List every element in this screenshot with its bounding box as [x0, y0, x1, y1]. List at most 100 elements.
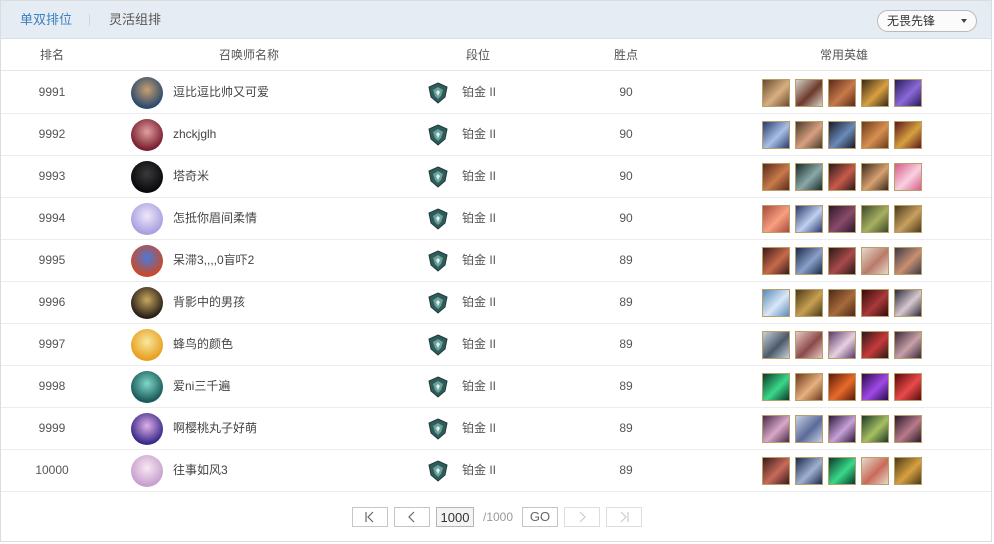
hero-portrait-icon[interactable]: [795, 205, 823, 233]
hero-portrait-icon[interactable]: [828, 331, 856, 359]
first-page-button[interactable]: [352, 507, 388, 527]
tier-emblem-icon: [428, 460, 448, 482]
rank-cell: 9998: [38, 379, 66, 393]
hero-portrait-icon[interactable]: [861, 415, 889, 443]
avatar[interactable]: [131, 287, 163, 319]
avatar[interactable]: [131, 77, 163, 109]
table-row[interactable]: 9991 逗比逗比帅又可爱 铂金 II 90: [1, 72, 991, 114]
leaderboard-panel: 单双排位 灵活组排 无畏先锋 排名 召唤师名称 段位 胜点 常用英雄 9991 逗…: [0, 0, 992, 542]
table-row[interactable]: 9993 塔奇米 铂金 II 90: [1, 156, 991, 198]
hero-portrait-icon[interactable]: [828, 415, 856, 443]
hero-portrait-icon[interactable]: [894, 457, 922, 485]
summoner-name[interactable]: 背影中的男孩: [173, 282, 413, 323]
hero-portrait-icon[interactable]: [861, 289, 889, 317]
summoner-name[interactable]: 蜂鸟的颜色: [173, 324, 413, 365]
lp-cell: 89: [619, 379, 633, 393]
table-row[interactable]: 9999 啊樱桃丸子好萌 铂金 II 89: [1, 408, 991, 450]
hero-portrait-icon[interactable]: [828, 121, 856, 149]
summoner-name[interactable]: 往事如风3: [173, 450, 413, 491]
hero-portrait-icon[interactable]: [795, 247, 823, 275]
hero-portrait-icon[interactable]: [795, 289, 823, 317]
summoner-name[interactable]: 逗比逗比帅又可爱: [173, 72, 413, 113]
hero-portrait-icon[interactable]: [861, 373, 889, 401]
hero-portrait-icon[interactable]: [894, 79, 922, 107]
hero-portrait-icon[interactable]: [762, 247, 790, 275]
hero-portrait-icon[interactable]: [762, 331, 790, 359]
hero-portrait-icon[interactable]: [762, 457, 790, 485]
hero-portrait-icon[interactable]: [762, 121, 790, 149]
summoner-name[interactable]: 爱ni三千遍: [173, 366, 413, 407]
server-select-value: 无畏先锋: [887, 14, 936, 28]
avatar[interactable]: [131, 161, 163, 193]
avatar[interactable]: [131, 455, 163, 487]
next-page-button[interactable]: [564, 507, 600, 527]
tab-solo-duo[interactable]: 单双排位: [20, 1, 72, 39]
summoner-name[interactable]: 呆滞3,,,,0盲吓2: [173, 240, 413, 281]
hero-portrait-icon[interactable]: [861, 79, 889, 107]
hero-portrait-icon[interactable]: [795, 457, 823, 485]
table-row[interactable]: 9996 背影中的男孩 铂金 II 89: [1, 282, 991, 324]
hero-portrait-icon[interactable]: [828, 163, 856, 191]
hero-portrait-icon[interactable]: [861, 331, 889, 359]
hero-portrait-icon[interactable]: [894, 205, 922, 233]
first-page-icon: [365, 511, 374, 523]
hero-portrait-icon[interactable]: [894, 331, 922, 359]
hero-portrait-icon[interactable]: [795, 163, 823, 191]
avatar[interactable]: [131, 413, 163, 445]
table-row[interactable]: 9998 爱ni三千遍 铂金 II 89: [1, 366, 991, 408]
hero-portrait-icon[interactable]: [894, 163, 922, 191]
avatar[interactable]: [131, 371, 163, 403]
table-row[interactable]: 9992 zhckjglh 铂金 II 90: [1, 114, 991, 156]
last-page-button[interactable]: [606, 507, 642, 527]
hero-portrait-icon[interactable]: [762, 163, 790, 191]
hero-portrait-icon[interactable]: [795, 121, 823, 149]
hero-portrait-icon[interactable]: [795, 415, 823, 443]
hero-portrait-icon[interactable]: [828, 373, 856, 401]
avatar[interactable]: [131, 203, 163, 235]
avatar[interactable]: [131, 245, 163, 277]
hero-portrait-icon[interactable]: [828, 289, 856, 317]
summoner-name[interactable]: zhckjglh: [173, 114, 413, 155]
hero-portrait-icon[interactable]: [894, 289, 922, 317]
hero-portrait-icon[interactable]: [861, 121, 889, 149]
hero-portrait-icon[interactable]: [828, 79, 856, 107]
tab-flex[interactable]: 灵活组排: [109, 1, 161, 39]
table-row[interactable]: 9994 怎抵你眉间柔情 铂金 II 90: [1, 198, 991, 240]
lp-cell: 89: [619, 295, 633, 309]
avatar[interactable]: [131, 119, 163, 151]
table-row[interactable]: 10000 往事如风3 铂金 II 89: [1, 450, 991, 492]
hero-portrait-icon[interactable]: [795, 331, 823, 359]
page-number-input[interactable]: [436, 507, 474, 527]
hero-portrait-icon[interactable]: [795, 373, 823, 401]
tier-label: 铂金 II: [462, 421, 497, 435]
hero-portrait-icon[interactable]: [762, 373, 790, 401]
hero-portrait-icon[interactable]: [861, 205, 889, 233]
hero-portrait-icon[interactable]: [762, 289, 790, 317]
table-row[interactable]: 9997 蜂鸟的颜色 铂金 II 89: [1, 324, 991, 366]
hero-portrait-icon[interactable]: [894, 247, 922, 275]
hero-portrait-icon[interactable]: [795, 79, 823, 107]
hero-portrait-icon[interactable]: [762, 415, 790, 443]
hero-portrait-icon[interactable]: [894, 415, 922, 443]
prev-page-icon: [408, 511, 415, 523]
avatar[interactable]: [131, 329, 163, 361]
server-select[interactable]: 无畏先锋: [877, 10, 977, 32]
hero-portrait-icon[interactable]: [828, 457, 856, 485]
go-button[interactable]: GO: [522, 507, 558, 527]
summoner-name[interactable]: 啊樱桃丸子好萌: [173, 408, 413, 449]
hero-portrait-icon[interactable]: [828, 205, 856, 233]
hero-portrait-icon[interactable]: [861, 247, 889, 275]
lp-cell: 90: [619, 169, 633, 183]
hero-portrait-icon[interactable]: [861, 163, 889, 191]
summoner-name[interactable]: 塔奇米: [173, 156, 413, 197]
hero-portrait-icon[interactable]: [762, 205, 790, 233]
hero-portrait-icon[interactable]: [894, 121, 922, 149]
prev-page-button[interactable]: [394, 507, 430, 527]
hero-portrait-icon[interactable]: [762, 79, 790, 107]
summoner-name[interactable]: 怎抵你眉间柔情: [173, 198, 413, 239]
hero-portrait-icon[interactable]: [828, 247, 856, 275]
hero-portrait-icon[interactable]: [861, 457, 889, 485]
hero-portrait-icon[interactable]: [894, 373, 922, 401]
column-header-name: 召唤师名称: [218, 48, 279, 62]
table-row[interactable]: 9995 呆滞3,,,,0盲吓2 铂金 II 89: [1, 240, 991, 282]
